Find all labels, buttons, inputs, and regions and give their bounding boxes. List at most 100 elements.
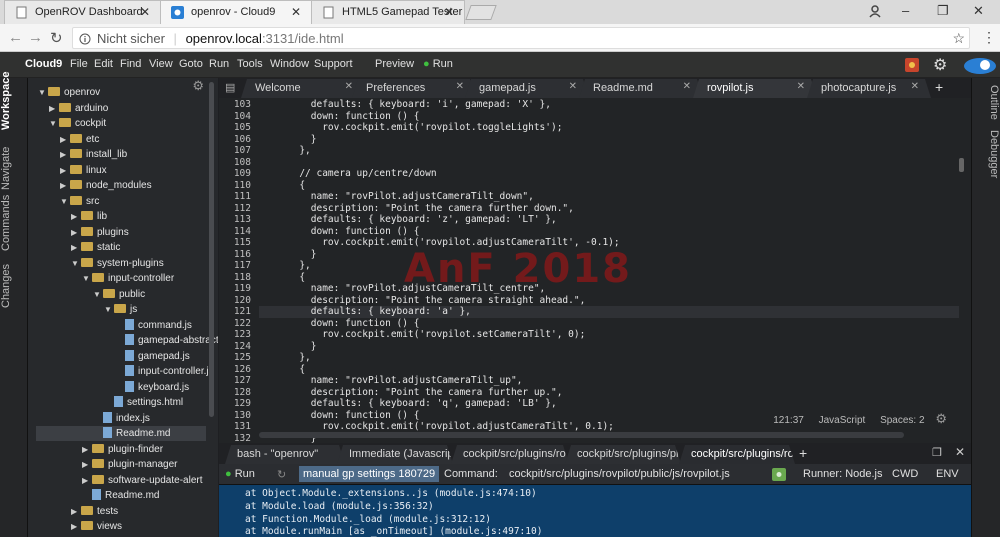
tree-folder[interactable]: ▼ public (93, 287, 145, 302)
url-input[interactable]: Nicht sicher | openrov.local:3131/ide.ht… (72, 27, 970, 49)
tree-file[interactable]: Readme.md (36, 426, 206, 441)
chevron-right-icon[interactable]: ▶ (82, 473, 92, 488)
info-icon[interactable] (79, 33, 91, 45)
chevron-right-icon[interactable]: ▶ (60, 147, 70, 162)
close-icon[interactable]: ✕ (291, 5, 301, 19)
indent-setting[interactable]: Spaces: 2 (880, 415, 924, 426)
tree-file[interactable]: Readme.md (82, 488, 159, 503)
gear-icon[interactable]: ⚙ (933, 55, 947, 75)
preview-button[interactable]: Preview (375, 58, 414, 70)
editor-tab-welcome[interactable]: Welcome ✕ (241, 79, 365, 98)
bookmark-star-icon[interactable]: ☆ (952, 30, 965, 47)
env-button[interactable]: ENV (936, 468, 959, 480)
editor-tab-readme[interactable]: Readme.md ✕ (579, 79, 703, 98)
tree-folder[interactable]: ▶ etc (60, 132, 99, 147)
tree-folder[interactable]: ▶ arduino (49, 101, 108, 116)
chevron-right-icon[interactable]: ▶ (60, 132, 70, 147)
cursor-position[interactable]: 121:37 (773, 415, 804, 426)
command-input[interactable]: cockpit/src/plugins/rovpilot/public/js/r… (509, 468, 730, 480)
menu-file[interactable]: File (70, 58, 88, 70)
close-icon[interactable]: ✕ (683, 81, 691, 92)
tree-folder[interactable]: ▶ software-update-alert (82, 473, 203, 488)
menu-run[interactable]: Run (209, 58, 229, 70)
chevron-down-icon[interactable]: ▼ (93, 287, 103, 302)
panel-tab-navigate[interactable]: Navigate (0, 144, 28, 192)
menu-edit[interactable]: Edit (94, 58, 113, 70)
console-tab-immediate[interactable]: Immediate (Javascript) (337, 445, 453, 464)
tree-file[interactable]: command.js (115, 318, 192, 333)
tree-folder[interactable]: ▶ tests (71, 504, 118, 519)
menu-dots-icon[interactable]: ⋮ (982, 29, 996, 46)
run-config-name-input[interactable]: manual gp settings 180729 (299, 466, 440, 482)
chevron-right-icon[interactable]: ▶ (71, 504, 81, 519)
panel-tab-commands[interactable]: Commands (0, 195, 28, 251)
browser-tab-openrov-dashboard[interactable]: OpenROV Dashboard ✕ (4, 0, 161, 24)
menu-goto[interactable]: Goto (179, 58, 203, 70)
console-tab-rovpilot[interactable]: cockpit/src/plugins/rovpilot (451, 445, 569, 464)
tree-file[interactable]: gamepad-abstraction.js (115, 333, 218, 348)
chevron-right-icon[interactable]: ▶ (71, 209, 81, 224)
tree-file[interactable]: index.js (93, 411, 150, 426)
chevron-down-icon[interactable]: ▼ (60, 194, 70, 209)
menu-find[interactable]: Find (120, 58, 141, 70)
chevron-right-icon[interactable]: ▶ (71, 225, 81, 240)
tree-file[interactable]: gamepad.js (115, 349, 190, 364)
menu-window[interactable]: Window (270, 58, 309, 70)
browser-tab-cloud9[interactable]: openrov - Cloud9 ✕ (160, 0, 312, 24)
cwd-button[interactable]: CWD (892, 468, 918, 480)
console-output[interactable]: at Object.Module._extensions..js (module… (219, 485, 971, 537)
tree-folder[interactable]: ▼ js (104, 302, 137, 317)
close-icon[interactable]: ✕ (797, 81, 805, 92)
chevron-down-icon[interactable]: ▼ (82, 271, 92, 286)
close-icon[interactable]: ✕ (911, 81, 919, 92)
editor-tab-rovpilot[interactable]: rovpilot.js ✕ (693, 79, 817, 98)
panel-tab-changes[interactable]: Changes (0, 264, 28, 308)
editor-hscrollbar[interactable] (259, 432, 904, 438)
reload-icon[interactable]: ↻ (50, 29, 63, 47)
tree-scrollbar[interactable] (209, 82, 214, 417)
tree-folder[interactable]: ▶ views (71, 519, 122, 534)
close-icon[interactable]: ✕ (456, 81, 464, 92)
tree-settings-icon[interactable]: ⚙ (192, 78, 204, 94)
browser-tab-gamepad-tester[interactable]: HTML5 Gamepad Tester ✕ (311, 0, 465, 24)
editor-scrollbar[interactable] (959, 158, 964, 172)
console-tab-rovpilot-public[interactable]: cockpit/src/plugins/rovpilot/public (679, 445, 795, 464)
code-editor[interactable]: 103 104 105 106 107 108 109 110 111 112 113 114 115 1… (219, 98, 971, 443)
tree-file[interactable]: input-controller.js (115, 364, 214, 379)
chevron-down-icon[interactable]: ▼ (38, 85, 48, 100)
panel-tab-workspace[interactable]: Workspace (0, 72, 28, 131)
editor-tab-preferences[interactable]: Preferences ✕ (352, 79, 476, 98)
editor-tab-photocapture[interactable]: photocapture.js ✕ (807, 79, 931, 98)
tree-folder[interactable]: ▶ install_lib (60, 147, 127, 162)
tree-folder[interactable]: ▼ cockpit (49, 116, 106, 131)
maximize-console-icon[interactable]: ❐ (932, 446, 942, 459)
menu-support[interactable]: Support (314, 58, 353, 70)
console-tab-bash[interactable]: bash - "openrov" (225, 445, 345, 464)
tree-folder[interactable]: ▶ plugin-finder (82, 442, 163, 457)
chevron-right-icon[interactable]: ▶ (71, 519, 81, 534)
close-icon[interactable]: ✕ (345, 81, 353, 92)
panel-tab-outline[interactable]: Outline (972, 84, 1000, 120)
menu-view[interactable]: View (149, 58, 173, 70)
tree-folder[interactable]: ▶ node_modules (60, 178, 152, 193)
new-tab-button[interactable] (465, 5, 497, 20)
close-console-icon[interactable]: ✕ (955, 445, 965, 459)
chevron-right-icon[interactable]: ▶ (82, 457, 92, 472)
chevron-down-icon[interactable]: ▼ (71, 256, 81, 271)
tree-folder[interactable]: ▶ static (71, 240, 120, 255)
tree-file[interactable]: settings.html (104, 395, 183, 410)
close-icon[interactable]: ✕ (444, 5, 454, 19)
tree-folder[interactable]: ▼ system-plugins (71, 256, 164, 271)
minimize-icon[interactable]: – (902, 3, 909, 18)
tree-folder[interactable]: ▼ openrov (38, 85, 100, 100)
runner-select[interactable]: Runner: Node.js (803, 468, 883, 480)
console-tab-photocapture[interactable]: cockpit/src/plugins/photocapture (565, 445, 681, 464)
chevron-right-icon[interactable]: ▶ (60, 178, 70, 193)
tree-folder[interactable]: ▼ input-controller (82, 271, 174, 286)
profile-icon[interactable] (868, 4, 882, 18)
tree-file[interactable]: keyboard.js (115, 380, 189, 395)
back-icon[interactable]: ← (8, 29, 23, 46)
chevron-down-icon[interactable]: ▼ (49, 116, 59, 131)
add-console-tab-icon[interactable]: + (799, 445, 807, 461)
editor-menu-icon[interactable]: ▤ (225, 81, 235, 94)
